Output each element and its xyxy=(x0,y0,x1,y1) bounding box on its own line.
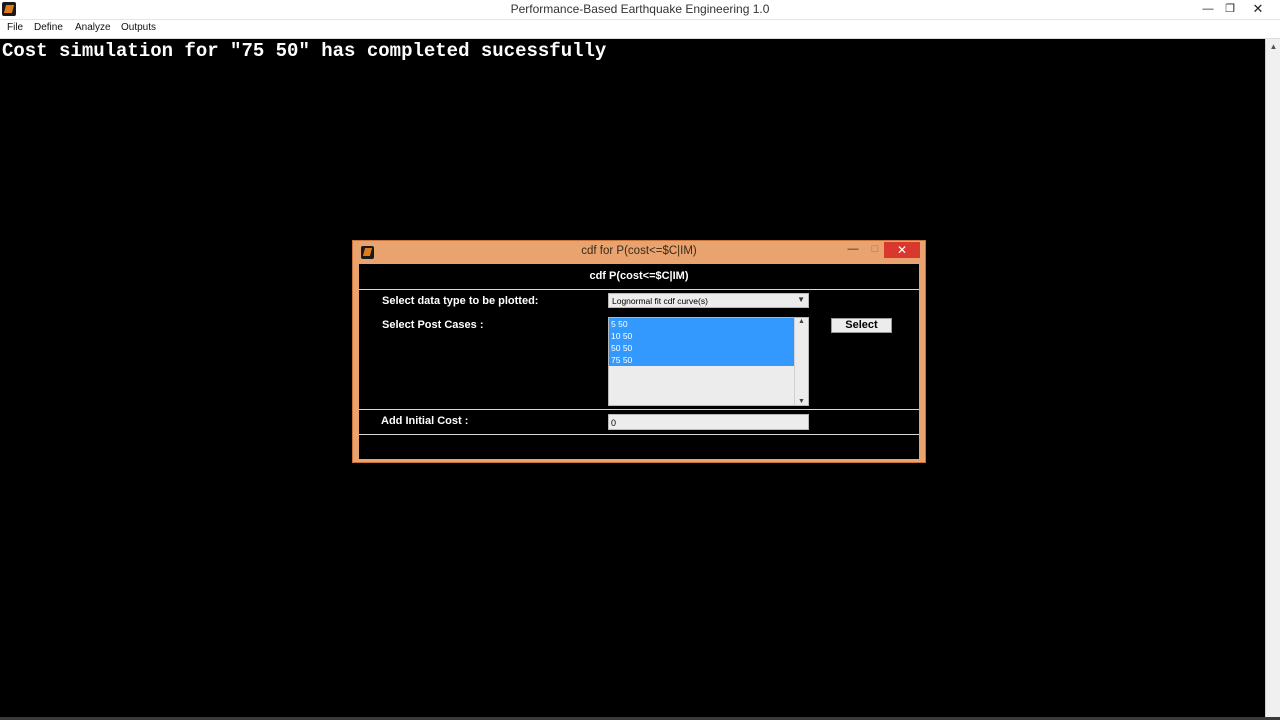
restore-button[interactable]: ❐ xyxy=(1218,0,1242,18)
menu-bar: File Define Analyze Outputs xyxy=(0,20,1280,39)
list-item[interactable]: 50 50 xyxy=(609,342,795,354)
menu-file[interactable]: File xyxy=(7,22,23,33)
main-scrollbar[interactable]: ▲ xyxy=(1265,39,1280,718)
chevron-up-icon[interactable]: ▲ xyxy=(1266,39,1280,54)
menu-define[interactable]: Define xyxy=(34,22,63,33)
list-item[interactable]: 10 50 xyxy=(609,330,795,342)
dialog-title: cdf for P(cost<=$C|IM) xyxy=(581,245,697,257)
listbox-scrollbar[interactable]: ▲ ▼ xyxy=(794,318,808,405)
close-button[interactable]: ✕ xyxy=(1246,0,1270,18)
chevron-up-icon[interactable]: ▲ xyxy=(795,318,808,325)
console-message: Cost simulation for "75 50" has complete… xyxy=(2,40,607,62)
chevron-down-icon[interactable]: ▼ xyxy=(795,398,808,405)
initial-cost-label: Add Initial Cost : xyxy=(381,415,469,427)
divider xyxy=(359,434,919,435)
menu-analyze[interactable]: Analyze xyxy=(75,22,111,33)
minimize-button[interactable]: — xyxy=(1196,0,1220,18)
divider xyxy=(359,289,919,290)
dialog-minimize-button[interactable]: — xyxy=(846,243,860,255)
list-item[interactable]: 75 50 xyxy=(609,354,795,366)
data-type-value: Lognormal fit cdf curve(s) xyxy=(612,296,708,306)
chevron-down-icon[interactable]: ▼ xyxy=(797,295,805,304)
window-title: Performance-Based Earthquake Engineering… xyxy=(510,2,770,16)
data-type-dropdown[interactable]: Lognormal fit cdf curve(s) ▼ xyxy=(608,293,809,308)
menu-outputs[interactable]: Outputs xyxy=(121,22,156,33)
select-button[interactable]: Select xyxy=(831,318,892,333)
post-cases-label: Select Post Cases : xyxy=(382,319,484,331)
post-cases-listbox[interactable]: 5 50 10 50 50 50 75 50 ▲ ▼ xyxy=(608,317,809,406)
dialog-close-button[interactable]: ✕ xyxy=(884,242,920,258)
dialog-maximize-button[interactable]: □ xyxy=(868,243,882,255)
cdf-dialog: cdf for P(cost<=$C|IM) — □ ✕ cdf P(cost<… xyxy=(352,240,926,463)
initial-cost-input[interactable]: 0 xyxy=(608,414,809,430)
window-titlebar: Performance-Based Earthquake Engineering… xyxy=(0,0,1280,20)
data-type-label: Select data type to be plotted: xyxy=(382,295,539,307)
dialog-heading: cdf P(cost<=$C|IM) xyxy=(589,270,689,282)
list-item[interactable]: 5 50 xyxy=(609,318,795,330)
divider xyxy=(359,409,919,410)
dialog-body: cdf P(cost<=$C|IM) Select data type to b… xyxy=(359,264,919,459)
